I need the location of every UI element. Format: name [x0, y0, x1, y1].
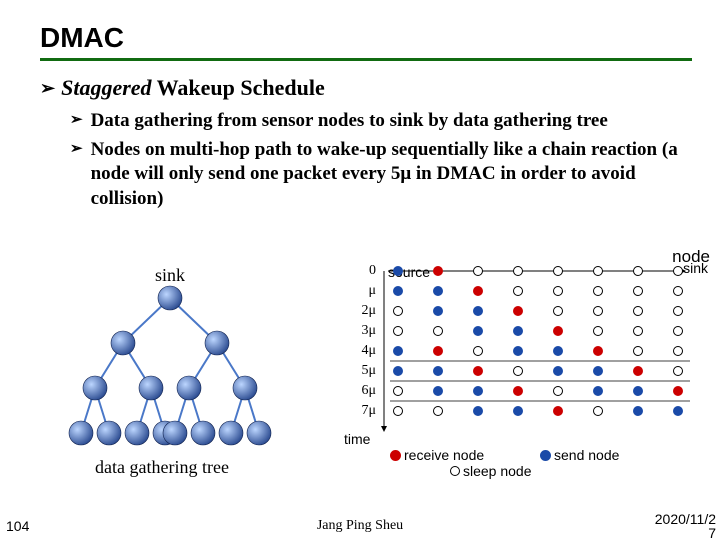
tree-caption: data gathering tree [95, 457, 229, 478]
bullet-item: ➢ Data gathering from sensor nodes to si… [70, 109, 692, 134]
slide-title: DMAC [40, 22, 692, 54]
tree-svg [60, 265, 320, 465]
bullet-list: ➢ Data gathering from sensor nodes to si… [70, 109, 692, 212]
chevron-right-icon: ➢ [70, 112, 83, 133]
schedule-diagram: node source sink 0μ2μ3μ4μ5μ6μ7μ time [350, 255, 710, 485]
legend-send: send node [540, 447, 619, 463]
legend-receive: receive node [390, 447, 484, 463]
blue-dot-icon [540, 450, 551, 461]
tree-sink-label: sink [155, 265, 185, 286]
bullet-text: Nodes on multi-hop path to wake-up seque… [91, 138, 692, 212]
schedule-svg [350, 261, 710, 446]
heading-italic: Staggered [61, 75, 151, 100]
section-heading: ➢ Staggered Wakeup Schedule [40, 75, 692, 101]
time-axis-label: time [344, 431, 370, 447]
bullet-item: ➢ Nodes on multi-hop path to wake-up seq… [70, 138, 692, 212]
diagram-area: sink [60, 265, 700, 495]
tree-diagram: sink [60, 265, 340, 485]
chevron-right-icon: ➢ [70, 141, 83, 211]
legend-sleep: sleep node [450, 463, 532, 479]
heading-rest: Wakeup Schedule [152, 75, 325, 100]
bullet-text: Data gathering from sensor nodes to sink… [91, 109, 608, 134]
open-dot-icon [450, 466, 460, 476]
red-dot-icon [390, 450, 401, 461]
title-rule [40, 58, 692, 61]
chevron-right-icon: ➢ [40, 79, 55, 97]
date-footer: 2020/11/27 [655, 512, 716, 540]
author-footer: Jang Ping Sheu [0, 518, 720, 534]
